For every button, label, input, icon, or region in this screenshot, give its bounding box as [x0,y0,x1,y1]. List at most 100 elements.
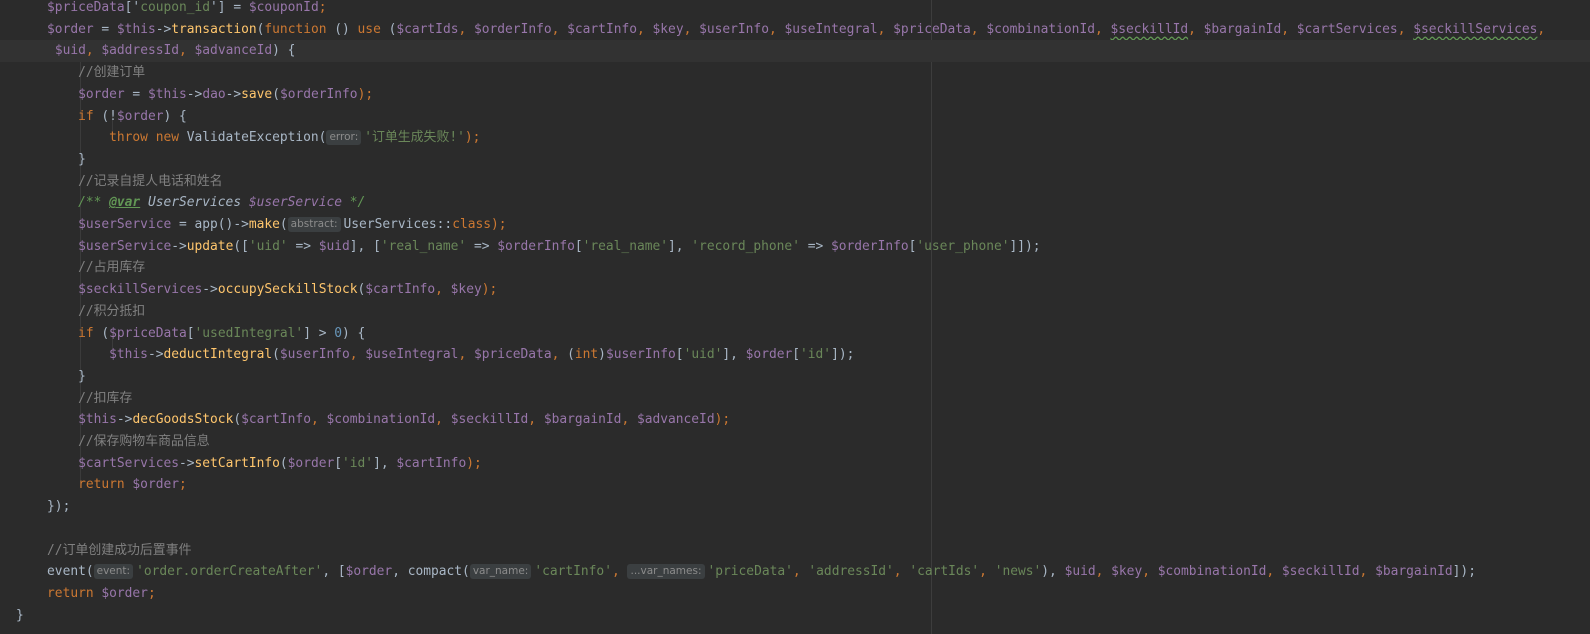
code-token: /** [78,195,110,211]
code-token: , [551,21,568,37]
code-token: decGoodsStock [132,412,234,428]
code-token: $userInfo [699,21,769,37]
code-token: (! [93,108,117,124]
code-line[interactable]: if (!$order) { [0,106,1590,128]
code-token: = app()-> [171,217,249,232]
code-line[interactable]: } [0,605,1590,627]
code-token: , [ [322,564,346,580]
code-token: 0 [334,325,342,341]
code-token: -> [171,238,187,254]
code-line[interactable]: //扣库存 [0,388,1590,410]
code-token: $userService [78,217,172,232]
code-line[interactable]: if ($priceData['usedIntegral'] > 0) { [0,323,1590,345]
code-line[interactable]: //占用库存 [0,257,1590,279]
code-line[interactable] [0,518,1590,540]
code-token: $order [47,21,94,37]
code-token: , [611,564,628,580]
code-token: , [458,21,474,37]
code-token: , [621,412,637,428]
code-token: if [78,108,94,124]
code-line[interactable]: $order = $this->transaction(function () … [0,19,1590,41]
parameter-hint: var_name: [469,564,532,580]
code-token: , [683,21,700,37]
code-token: $useIntegral [365,347,459,363]
code-token: $cartInfo [567,21,637,37]
code-token: $uid [1064,564,1096,580]
code-token: $seckillId [450,412,529,428]
code-token: , [893,564,910,580]
code-token: } [16,368,86,384]
code-token: //保存购物车商品信息 [78,434,210,449]
code-token: //创建订单 [78,65,146,81]
code-line[interactable]: } [0,149,1590,171]
code-line[interactable]: }); [0,496,1590,518]
code-token: $seckillId [1110,21,1189,37]
code-token: $userInfo [279,347,350,363]
code-token: ]]); [1009,238,1041,254]
code-token: 'priceData' [707,564,793,580]
code-line[interactable]: $order = $this->dao->save($orderInfo); [0,84,1590,106]
code-line[interactable]: $userService->update(['uid' => $uid], ['… [0,236,1590,258]
code-line[interactable]: /** @var UserServices $userService */ [0,192,1590,214]
code-line[interactable]: $seckillServices->occupySeckillStock($ca… [0,279,1590,301]
code-token: $this [116,21,156,37]
code-line[interactable]: throw new ValidateException(error: '订单生成失… [0,127,1590,149]
code-token: $order [345,564,393,580]
code-line[interactable]: event(event:'order.orderCreateAfter', [$… [0,561,1590,583]
code-line[interactable]: $cartServices->setCartInfo($order['id'],… [0,453,1590,475]
code-token: ); [466,455,482,471]
code-token: ); [714,412,731,428]
code-line[interactable]: } [0,366,1590,388]
code-token: ), [1041,564,1065,580]
code-editor[interactable]: $priceData['coupon_id'] = $couponId; $or… [0,0,1590,634]
code-token: ) [598,347,606,363]
code-token: [ [792,347,801,363]
code-token: ], [668,238,692,254]
code-line[interactable]: //创建订单 [0,62,1590,84]
code-line[interactable]: $userService = app()->make(abstract: User… [0,214,1590,236]
code-token: => [466,238,498,254]
code-token: -> [202,282,218,298]
code-token: 'cartIds' [909,564,980,580]
code-token: class [452,217,491,232]
code-token: , [551,347,568,363]
code-line[interactable]: $this->decGoodsStock($cartInfo, $combina… [0,409,1590,431]
code-line[interactable]: //记录自提人电话和姓名 [0,171,1590,193]
code-token: $order [78,86,125,102]
code-token: ], [722,347,746,363]
code-token: ( [93,325,110,341]
code-line[interactable]: //积分抵扣 [0,301,1590,323]
code-token: make [248,217,280,232]
code-line[interactable]: //订单创建成功后置事件 [0,540,1590,562]
code-token: , [179,43,195,59]
code-token: $bargainId [1203,21,1282,37]
code-token: ], [ [349,238,381,254]
code-token: $priceData [47,0,125,15]
code-token: ) { [163,108,187,124]
code-token: , [970,21,987,37]
code-token: ( [233,412,242,428]
code-line[interactable]: $this->deductIntegral($userInfo, $useInt… [0,344,1590,366]
code-token: , [85,43,102,59]
code-token: = [124,86,148,102]
code-token: ; [318,0,327,15]
code-line[interactable]: return $order; [0,474,1590,496]
code-token: //扣库存 [78,390,133,406]
code-line[interactable]: //保存购物车商品信息 [0,431,1590,453]
code-token: 'news' [994,564,1042,580]
code-token: , [768,21,785,37]
code-line[interactable]: return $order; [0,583,1590,605]
code-line[interactable]: $priceData['coupon_id'] = $couponId; [0,0,1590,19]
code-token: -> [186,86,203,102]
code-line[interactable]: $uid, $addressId, $advanceId) { [0,40,1590,63]
